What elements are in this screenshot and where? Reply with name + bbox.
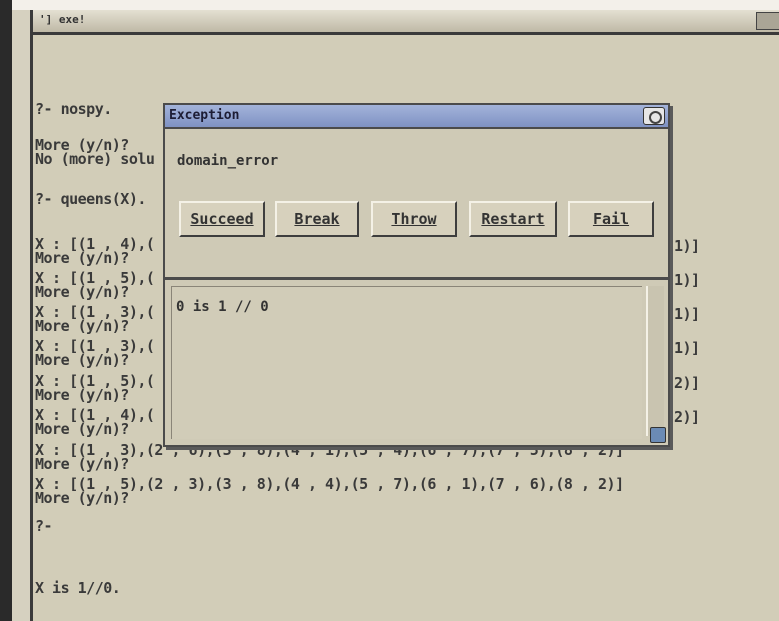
console-line-end: 1)] bbox=[674, 237, 700, 255]
console-line-end: 2)] bbox=[674, 408, 700, 426]
console-line: More (y/n)? bbox=[35, 283, 129, 301]
fail-button[interactable]: Fail bbox=[568, 201, 654, 237]
dialog-divider bbox=[165, 277, 668, 280]
console-line: More (y/n)? bbox=[35, 249, 129, 267]
console-line-end: 2)] bbox=[674, 374, 700, 392]
depth-gadget-icon[interactable] bbox=[756, 12, 779, 30]
console-line: More (y/n)? bbox=[35, 455, 129, 473]
exception-dialog: Exception domain_error Succeed Break Thr… bbox=[163, 103, 670, 447]
exception-message: domain_error bbox=[177, 153, 279, 169]
dialog-output-text: 0 is 1 // 0 bbox=[176, 299, 269, 315]
resize-icon[interactable] bbox=[650, 427, 666, 443]
console-line: More (y/n)? bbox=[35, 317, 129, 335]
console-line-end: 1)] bbox=[674, 339, 700, 357]
console-line: More (y/n)? bbox=[35, 386, 129, 404]
console-prompt: ?- bbox=[35, 517, 53, 535]
console-title: '] exe! bbox=[39, 13, 86, 26]
screen-bezel-top bbox=[0, 0, 779, 10]
console-line-end: 1)] bbox=[674, 271, 700, 289]
console-line: More (y/n)? bbox=[35, 351, 129, 369]
console-line: ?- queens(X). bbox=[35, 190, 146, 208]
succeed-button[interactable]: Succeed bbox=[179, 201, 265, 237]
console-line-end: 1)] bbox=[674, 305, 700, 323]
dialog-title-bar[interactable]: Exception bbox=[165, 105, 668, 129]
screen-bezel-left bbox=[0, 0, 12, 621]
break-button[interactable]: Break bbox=[275, 201, 359, 237]
dialog-title: Exception bbox=[169, 108, 240, 123]
console-line: More (y/n)? bbox=[35, 489, 129, 507]
dialog-output-area[interactable]: 0 is 1 // 0 bbox=[171, 286, 642, 439]
dialog-scrollbar[interactable] bbox=[646, 286, 664, 436]
console-line: More (y/n)? bbox=[35, 420, 129, 438]
throw-button[interactable]: Throw bbox=[371, 201, 457, 237]
console-line: No (more) solu bbox=[35, 150, 155, 168]
close-icon[interactable] bbox=[643, 107, 665, 125]
restart-button[interactable]: Restart bbox=[469, 201, 557, 237]
console-line: X is 1//0. bbox=[35, 579, 121, 597]
console-line: ?- nospy. bbox=[35, 100, 112, 118]
